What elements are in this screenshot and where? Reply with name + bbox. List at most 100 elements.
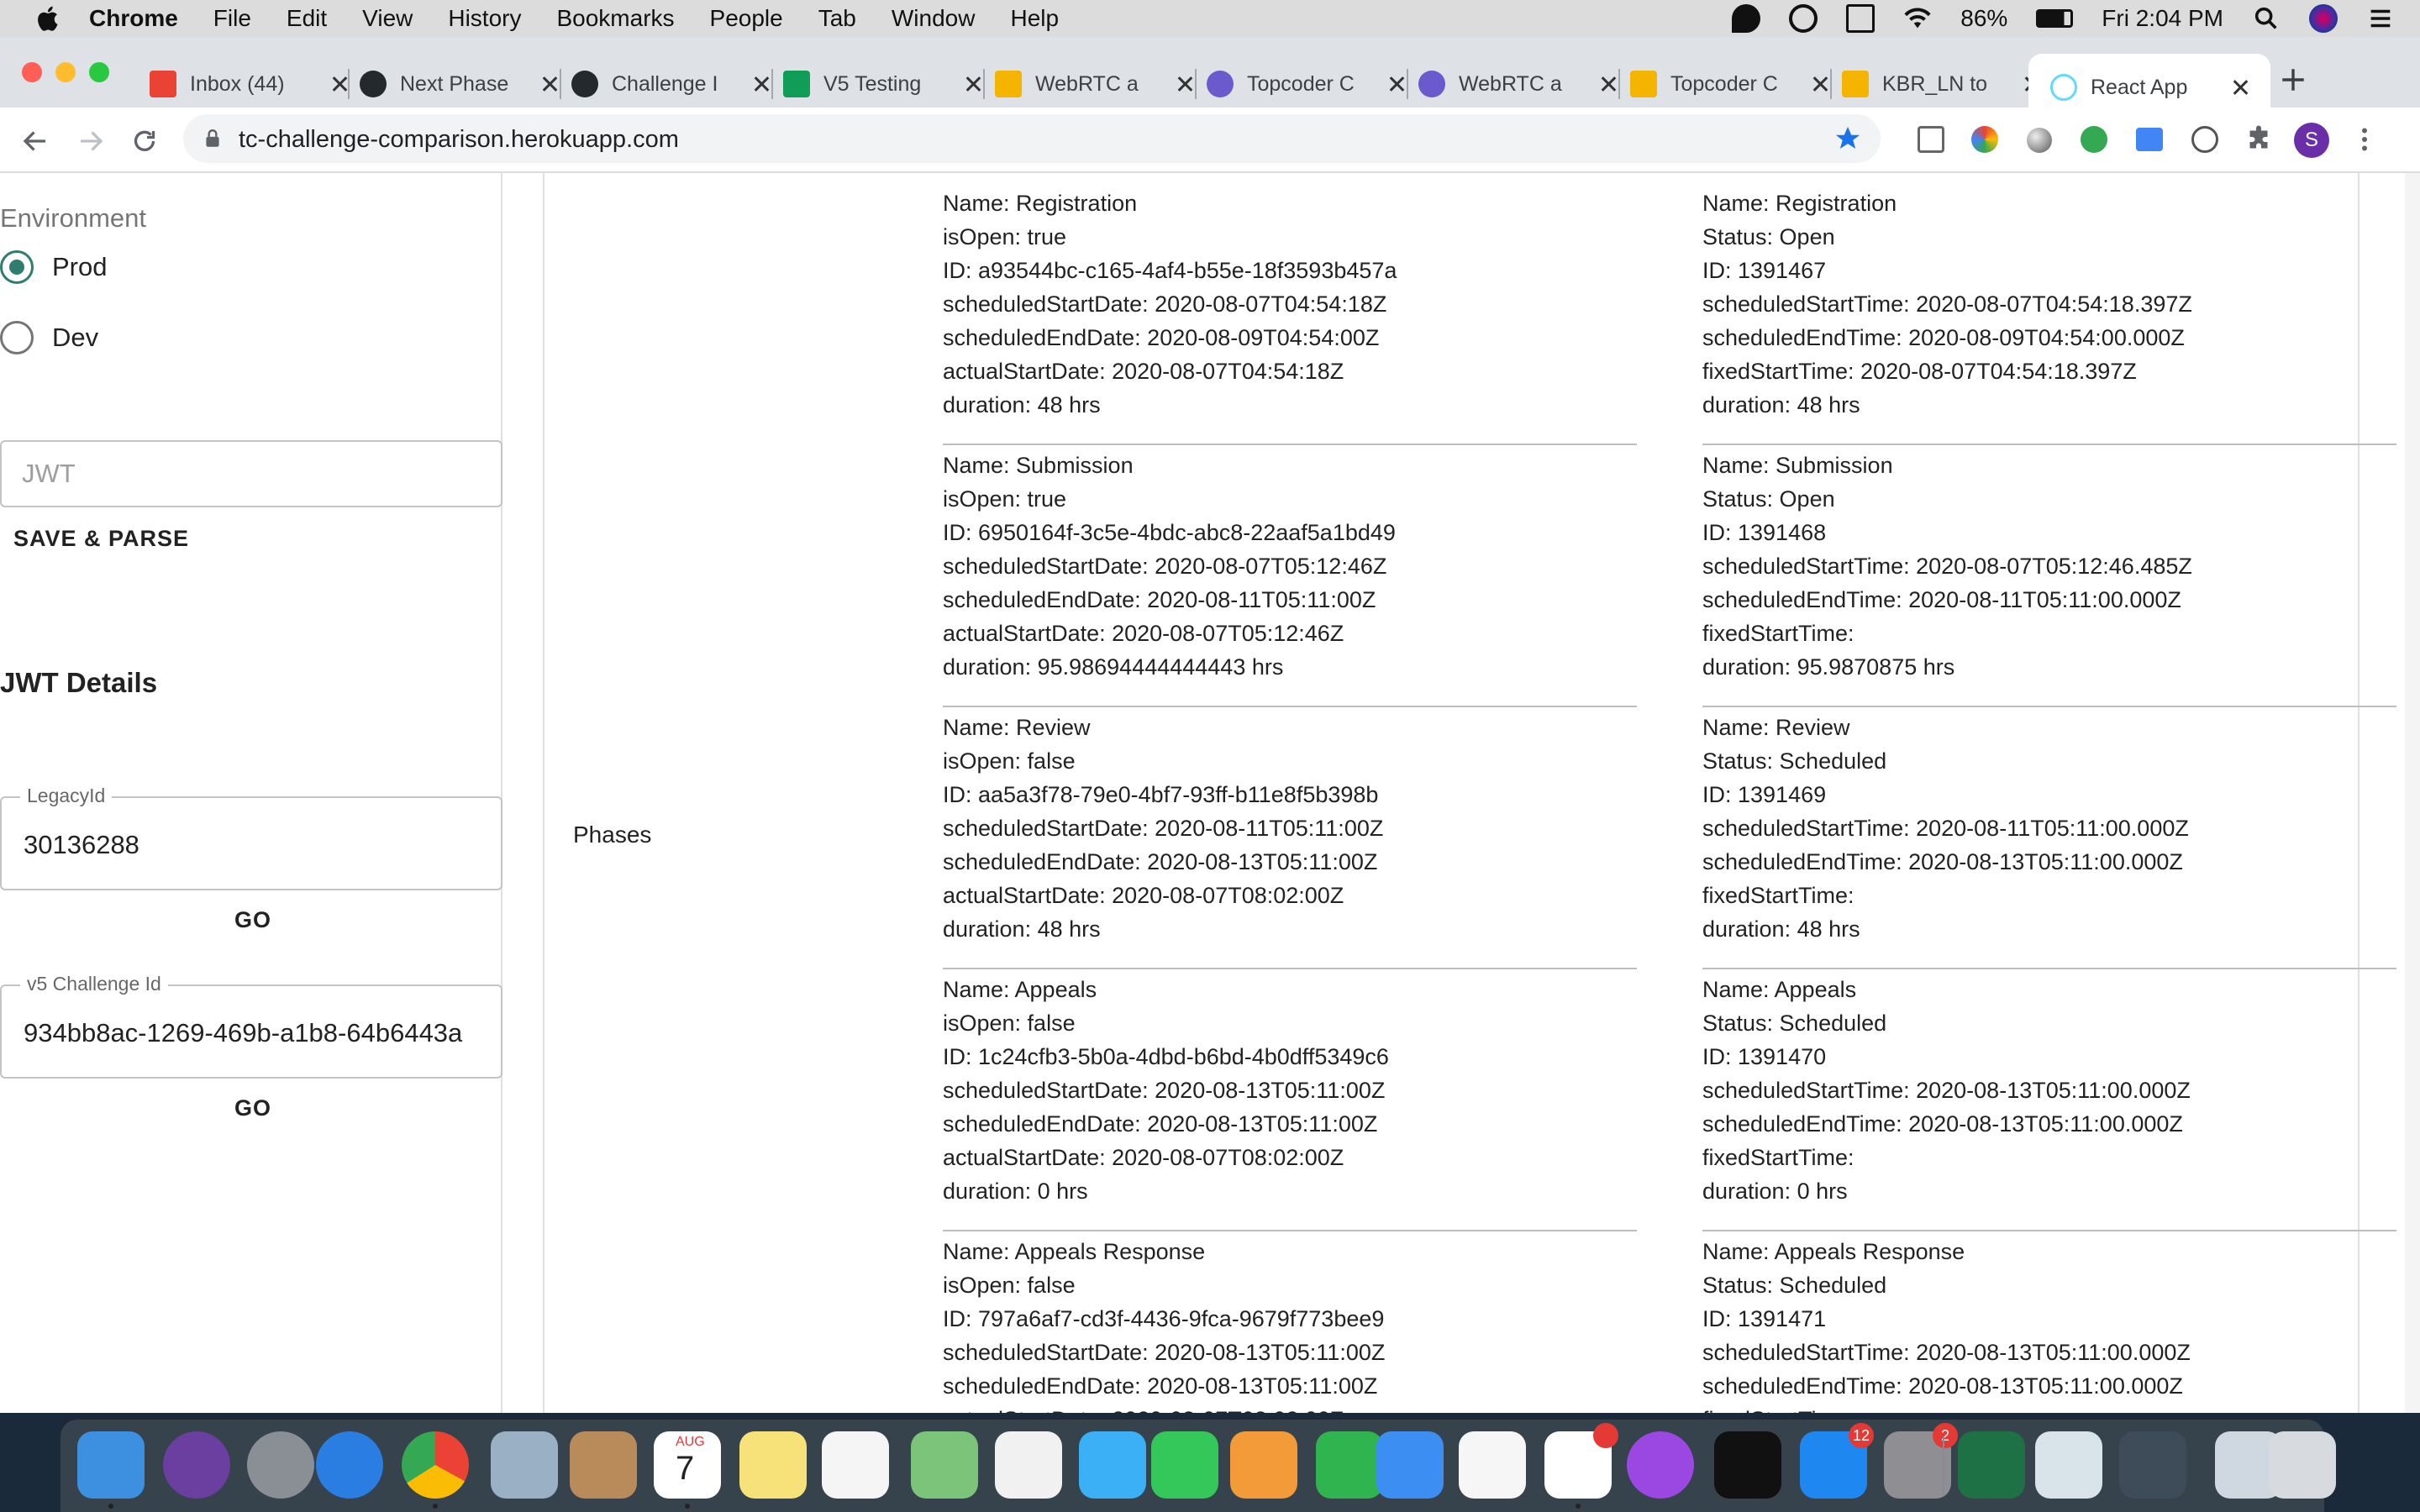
bookmark-star-icon[interactable]: [1833, 124, 1862, 153]
apple-logo-icon[interactable]: [34, 3, 64, 34]
browser-tab[interactable]: Topcoder C: [1630, 54, 1828, 114]
numbers-icon[interactable]: [1316, 1431, 1383, 1499]
menu-people[interactable]: People: [710, 5, 783, 32]
browser-tab[interactable]: Next Phase: [360, 54, 558, 114]
browser-tab[interactable]: KBR_LN to: [1842, 54, 2040, 114]
spotlight-search-icon[interactable]: [2252, 4, 2281, 33]
tab-title[interactable]: Topcoder C: [1247, 72, 1373, 97]
chrome-menu-icon[interactable]: [2349, 124, 2380, 155]
profile-avatar[interactable]: S: [2294, 123, 2329, 158]
extension-green-icon[interactable]: [2081, 126, 2107, 153]
launchpad-icon[interactable]: [247, 1431, 314, 1499]
maps-icon[interactable]: [911, 1431, 978, 1499]
tab-title[interactable]: Challenge I: [612, 72, 738, 97]
prod-radio[interactable]: [0, 250, 34, 284]
extension-blue-icon[interactable]: [2136, 128, 2163, 151]
tab-close-icon[interactable]: [1176, 76, 1193, 92]
back-arrow-icon[interactable]: [20, 126, 50, 156]
tab-close-icon[interactable]: [1388, 76, 1405, 92]
podcasts-icon[interactable]: [1627, 1431, 1694, 1499]
browser-tab[interactable]: WebRTC a: [1418, 54, 1617, 114]
address-bar[interactable]: tc-challenge-comparison.herokuapp.com: [183, 114, 1881, 163]
menu-file[interactable]: File: [213, 5, 251, 32]
extension-color-icon[interactable]: [1971, 126, 1998, 153]
keynote-icon[interactable]: [1376, 1431, 1444, 1499]
browser-tab[interactable]: Challenge I: [571, 54, 770, 114]
tab-title[interactable]: Topcoder C: [1670, 72, 1797, 97]
browser-tab[interactable]: WebRTC a: [995, 54, 1193, 114]
trash-icon[interactable]: [2269, 1431, 2336, 1499]
legacy-id-value[interactable]: 30136288: [24, 830, 486, 860]
menu-tab[interactable]: Tab: [818, 5, 856, 32]
v5-go-button[interactable]: GO: [234, 1095, 271, 1121]
legacy-go-button[interactable]: GO: [234, 907, 271, 933]
extension-bracket-icon[interactable]: [2191, 126, 2218, 153]
browser-tab[interactable]: Inbox (44): [150, 54, 348, 114]
safari-icon[interactable]: [316, 1431, 383, 1499]
menu-chrome[interactable]: Chrome: [89, 5, 178, 32]
tab-close-icon[interactable]: [331, 76, 348, 92]
tab-title[interactable]: Next Phase: [400, 72, 526, 97]
forward-arrow-icon[interactable]: [76, 126, 106, 156]
creative-cloud-icon[interactable]: [1789, 4, 1818, 33]
v5-challenge-id-field[interactable]: v5 Challenge Id 934bb8ac-1269-469b-a1b8-…: [0, 973, 502, 1079]
lock-icon[interactable]: [202, 128, 224, 150]
tab-title[interactable]: Inbox (44): [190, 72, 316, 97]
prod-radio-label[interactable]: Prod: [52, 252, 107, 282]
url-text[interactable]: tc-challenge-comparison.herokuapp.com: [239, 126, 679, 154]
extension-moon-icon[interactable]: [2027, 128, 2052, 153]
vpn-icon[interactable]: [2035, 1431, 2102, 1499]
tab-title[interactable]: WebRTC a: [1035, 72, 1161, 97]
notification-drop-icon[interactable]: [1732, 4, 1761, 33]
tab-close-icon[interactable]: [753, 76, 770, 92]
dev-radio-label[interactable]: Dev: [52, 323, 98, 353]
chrome-icon[interactable]: [402, 1431, 469, 1499]
tab-close-icon[interactable]: [2232, 79, 2249, 96]
menubar-clock[interactable]: Fri 2:04 PM: [2102, 5, 2223, 32]
new-tab-icon[interactable]: [2279, 66, 2307, 94]
browser-tab[interactable]: Topcoder C: [1207, 54, 1405, 114]
photos-icon[interactable]: [995, 1431, 1062, 1499]
menu-bookmarks[interactable]: Bookmarks: [556, 5, 674, 32]
save-and-parse-button[interactable]: SAVE & PARSE: [13, 526, 189, 552]
reload-icon[interactable]: [129, 126, 160, 156]
airplay-icon[interactable]: [1846, 4, 1876, 33]
jwt-input[interactable]: JWT: [0, 440, 502, 507]
menu-view[interactable]: View: [362, 5, 413, 32]
reminders-icon[interactable]: [822, 1431, 889, 1499]
tab-close-icon[interactable]: [541, 76, 558, 92]
window-zoom-button[interactable]: [89, 62, 109, 82]
tab-title[interactable]: React App: [2091, 76, 2217, 100]
window-close-button[interactable]: [22, 62, 42, 82]
tab-title[interactable]: KBR_LN to: [1882, 72, 2008, 97]
browser-tab[interactable]: V5 Testing: [783, 54, 981, 114]
menu-history[interactable]: History: [448, 5, 521, 32]
finder-icon[interactable]: [77, 1431, 145, 1499]
battery-icon[interactable]: [2036, 9, 2074, 28]
menu-help[interactable]: Help: [1010, 5, 1059, 32]
v5-challenge-id-value[interactable]: 934bb8ac-1269-469b-a1b8-64b6443a: [24, 1018, 486, 1048]
quicktime-icon[interactable]: [2119, 1431, 2186, 1499]
tab-close-icon[interactable]: [1812, 76, 1828, 92]
dev-radio[interactable]: [0, 321, 34, 354]
pages-icon[interactable]: [1230, 1431, 1297, 1499]
preview-icon[interactable]: [491, 1431, 558, 1499]
tab-close-icon[interactable]: [965, 76, 981, 92]
siri-menubar-icon[interactable]: [2309, 4, 2338, 33]
extension-tm-icon[interactable]: [1918, 126, 1944, 153]
tab-close-icon[interactable]: [1600, 76, 1617, 92]
menu-edit[interactable]: Edit: [287, 5, 327, 32]
notes-icon[interactable]: [739, 1431, 807, 1499]
contacts-icon[interactable]: [570, 1431, 637, 1499]
excel-icon[interactable]: [1958, 1431, 2025, 1499]
menu-window[interactable]: Window: [892, 5, 976, 32]
wifi-icon[interactable]: [1903, 4, 1932, 33]
tab-title[interactable]: WebRTC a: [1459, 72, 1585, 97]
music-icon[interactable]: [1459, 1431, 1526, 1499]
facetime-icon[interactable]: [1151, 1431, 1218, 1499]
legacy-id-field[interactable]: LegacyId 30136288: [0, 785, 502, 890]
window-minimize-button[interactable]: [55, 62, 76, 82]
tv-icon[interactable]: [1714, 1431, 1781, 1499]
notification-center-icon[interactable]: [2366, 4, 2395, 33]
messages-icon[interactable]: [1079, 1431, 1146, 1499]
